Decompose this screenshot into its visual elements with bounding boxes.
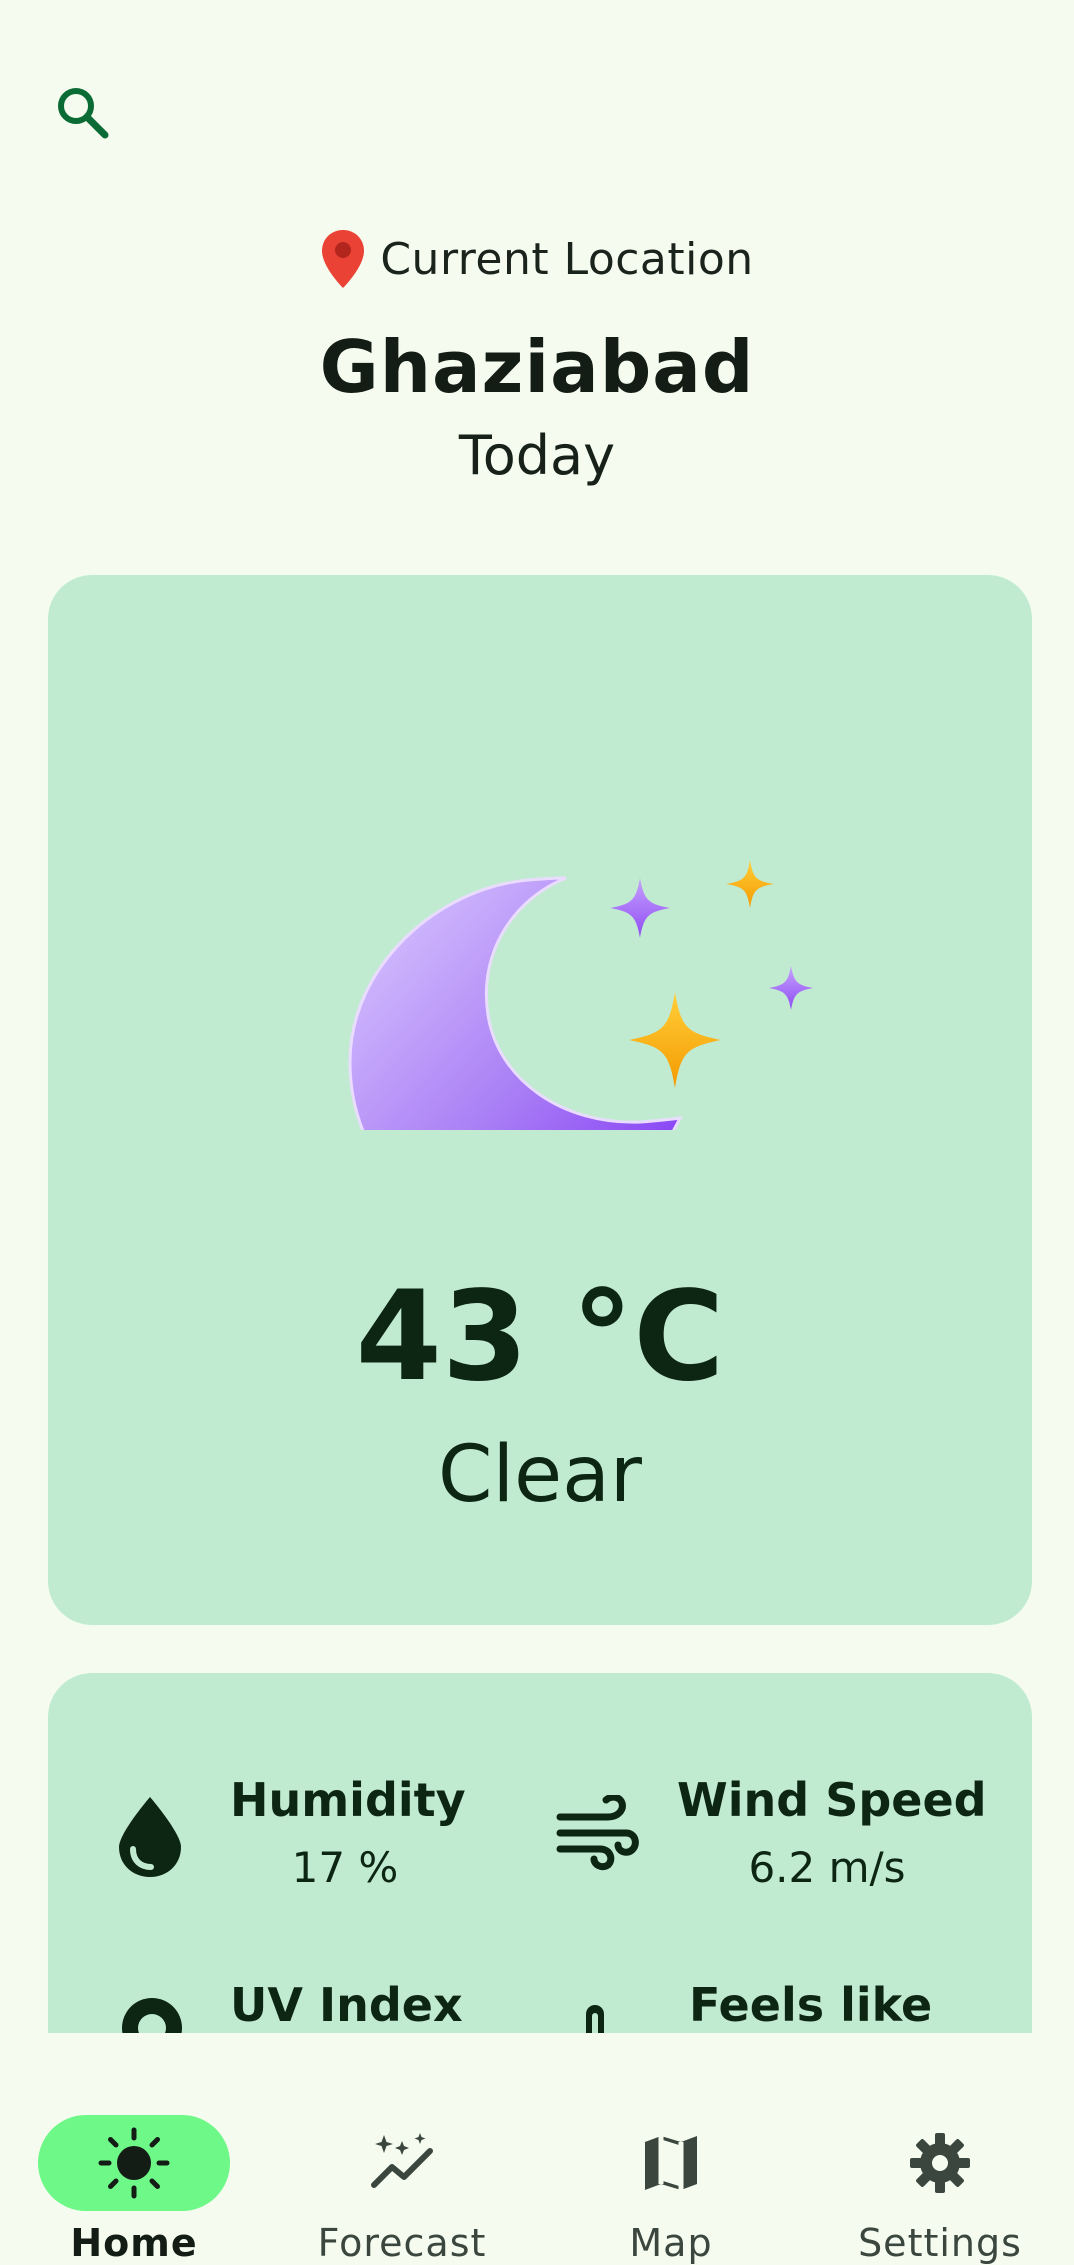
- current-location: Current Location: [0, 224, 1074, 294]
- map-icon: [645, 2136, 697, 2190]
- nav-map-indicator: [575, 2115, 767, 2211]
- weather-condition: Clear: [438, 1430, 642, 1520]
- wind-speed-label: Wind Speed: [677, 1773, 987, 1827]
- current-weather-card: 43 °C Clear: [48, 575, 1032, 1625]
- humidity-drop-icon: [119, 1797, 181, 1877]
- sun-icon: [98, 2127, 170, 2199]
- sparkle-chart-icon: [371, 2133, 433, 2188]
- nav-map[interactable]: Map: [537, 2073, 805, 2265]
- weather-details-card: Humidity 17 % Wind Speed 6.2 m/s UV Inde…: [48, 1673, 1032, 2033]
- nav-forecast-label: Forecast: [317, 2221, 487, 2265]
- clear-night-moon-stars-icon: [348, 860, 813, 1130]
- day-label: Today: [458, 424, 616, 487]
- nav-home-indicator: [38, 2115, 230, 2211]
- uv-index-label: UV Index: [230, 1978, 463, 2032]
- nav-settings-indicator: [844, 2115, 1036, 2211]
- search-button[interactable]: [52, 82, 112, 142]
- gear-icon: [910, 2133, 970, 2193]
- humidity-label: Humidity: [230, 1773, 466, 1827]
- uv-sun-icon: [122, 1998, 182, 2033]
- temperature: 43 °C: [355, 1265, 725, 1409]
- city-name: Ghaziabad: [319, 325, 755, 409]
- nav-home-label: Home: [70, 2221, 198, 2265]
- wind-icon: [556, 1795, 639, 1871]
- nav-map-label: Map: [629, 2221, 713, 2265]
- feels-like-label: Feels like: [689, 1978, 933, 2032]
- nav-forecast[interactable]: Forecast: [268, 2073, 536, 2265]
- nav-settings-label: Settings: [858, 2221, 1022, 2265]
- bottom-navigation: Home Forecast Map Settings: [0, 2033, 1074, 2265]
- nav-home[interactable]: Home: [0, 2073, 268, 2265]
- nav-forecast-indicator: [306, 2115, 498, 2211]
- wind-speed-value: 6.2 m/s: [748, 1843, 906, 1892]
- search-icon: [58, 88, 109, 139]
- thermometer-icon: [586, 2005, 604, 2033]
- nav-settings[interactable]: Settings: [806, 2073, 1074, 2265]
- location-label: Current Location: [380, 233, 754, 285]
- location-pin-icon: [322, 230, 365, 288]
- humidity-value: 17 %: [291, 1843, 399, 1892]
